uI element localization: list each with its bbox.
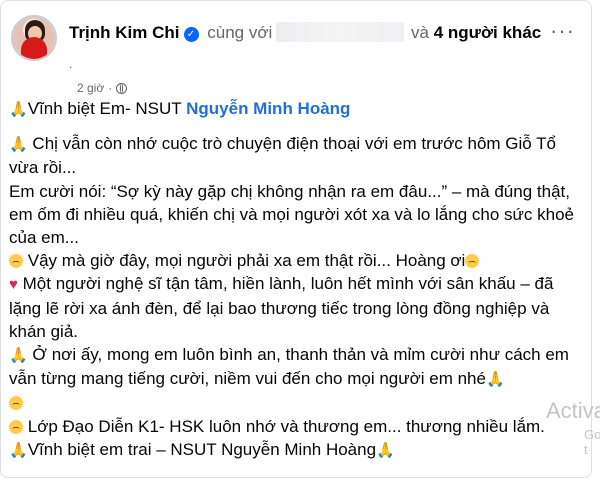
pray-icon: 🙏 [9,347,28,365]
post-paragraph-5: 🙏 Ở nơi ấy, mong em luôn bình an, thanh … [9,343,581,415]
pray-icon: 🙏 [9,136,28,154]
post-paragraph-6: Lớp Đạo Diễn K1- HSK luôn nhớ và thương … [9,415,581,438]
crying-face-icon [9,419,23,434]
windows-activate-subtext: Go t [584,427,600,457]
blurred-tagged-name [276,22,405,42]
post-body: 🙏Vĩnh biệt Em- NSUT Nguyễn Minh Hoàng 🙏 … [9,97,581,462]
tagged-others-link[interactable]: 4 người khác [434,23,542,42]
post-header: Trịnh Kim Chi ✓ cùng với và 4 người khác … [11,11,581,95]
post-title-line: Trịnh Kim Chi ✓ cùng với và 4 người khác [69,22,541,44]
pray-icon: 🙏 [9,101,28,118]
pray-icon: 🙏 [376,441,395,459]
with-prefix: cùng với [207,23,273,42]
crying-face-icon [9,254,23,269]
verified-badge-icon: ✓ [183,27,199,42]
title-dot: . [69,57,73,71]
crying-face-icon [9,396,23,411]
post-paragraph-7: 🙏Vĩnh biệt em trai – NSUT Nguyễn Minh Ho… [9,439,395,459]
post-paragraph-2: Em cười nói: “Sợ kỳ này gặp chị không nh… [9,181,574,248]
post-paragraph-4: ♥ Một người nghệ sĩ tận tâm, hiền lành, … [9,274,554,341]
pray-icon: 🙏 [9,441,28,459]
more-options-icon[interactable]: ··· [550,20,575,42]
post-time[interactable]: 2 giờ [77,81,104,95]
meta-separator: · [108,81,113,95]
globe-icon[interactable] [116,83,128,94]
post-paragraph-3: Vậy mà giờ đây, mọi người phải xa em thậ… [9,249,581,272]
author-avatar[interactable] [11,15,57,61]
post-meta: 2 giờ · [77,81,128,95]
post-line-1: 🙏Vĩnh biệt Em- NSUT Nguyễn Minh Hoàng [9,99,351,118]
tagged-person-link[interactable]: Nguyễn Minh Hoàng [186,99,350,118]
windows-activate-watermark: Activa [546,398,600,423]
post-paragraph-1: 🙏 Chị vẫn còn nhớ cuộc trò chuyện điện t… [9,134,557,178]
pray-icon: 🙏 [485,371,505,389]
post-card: Trịnh Kim Chi ✓ cùng với và 4 người khác … [0,0,592,478]
heart-icon: ♥ [9,276,18,294]
others-prefix: và [410,23,429,42]
crying-face-icon [465,254,480,269]
author-name[interactable]: Trịnh Kim Chi [69,23,180,42]
